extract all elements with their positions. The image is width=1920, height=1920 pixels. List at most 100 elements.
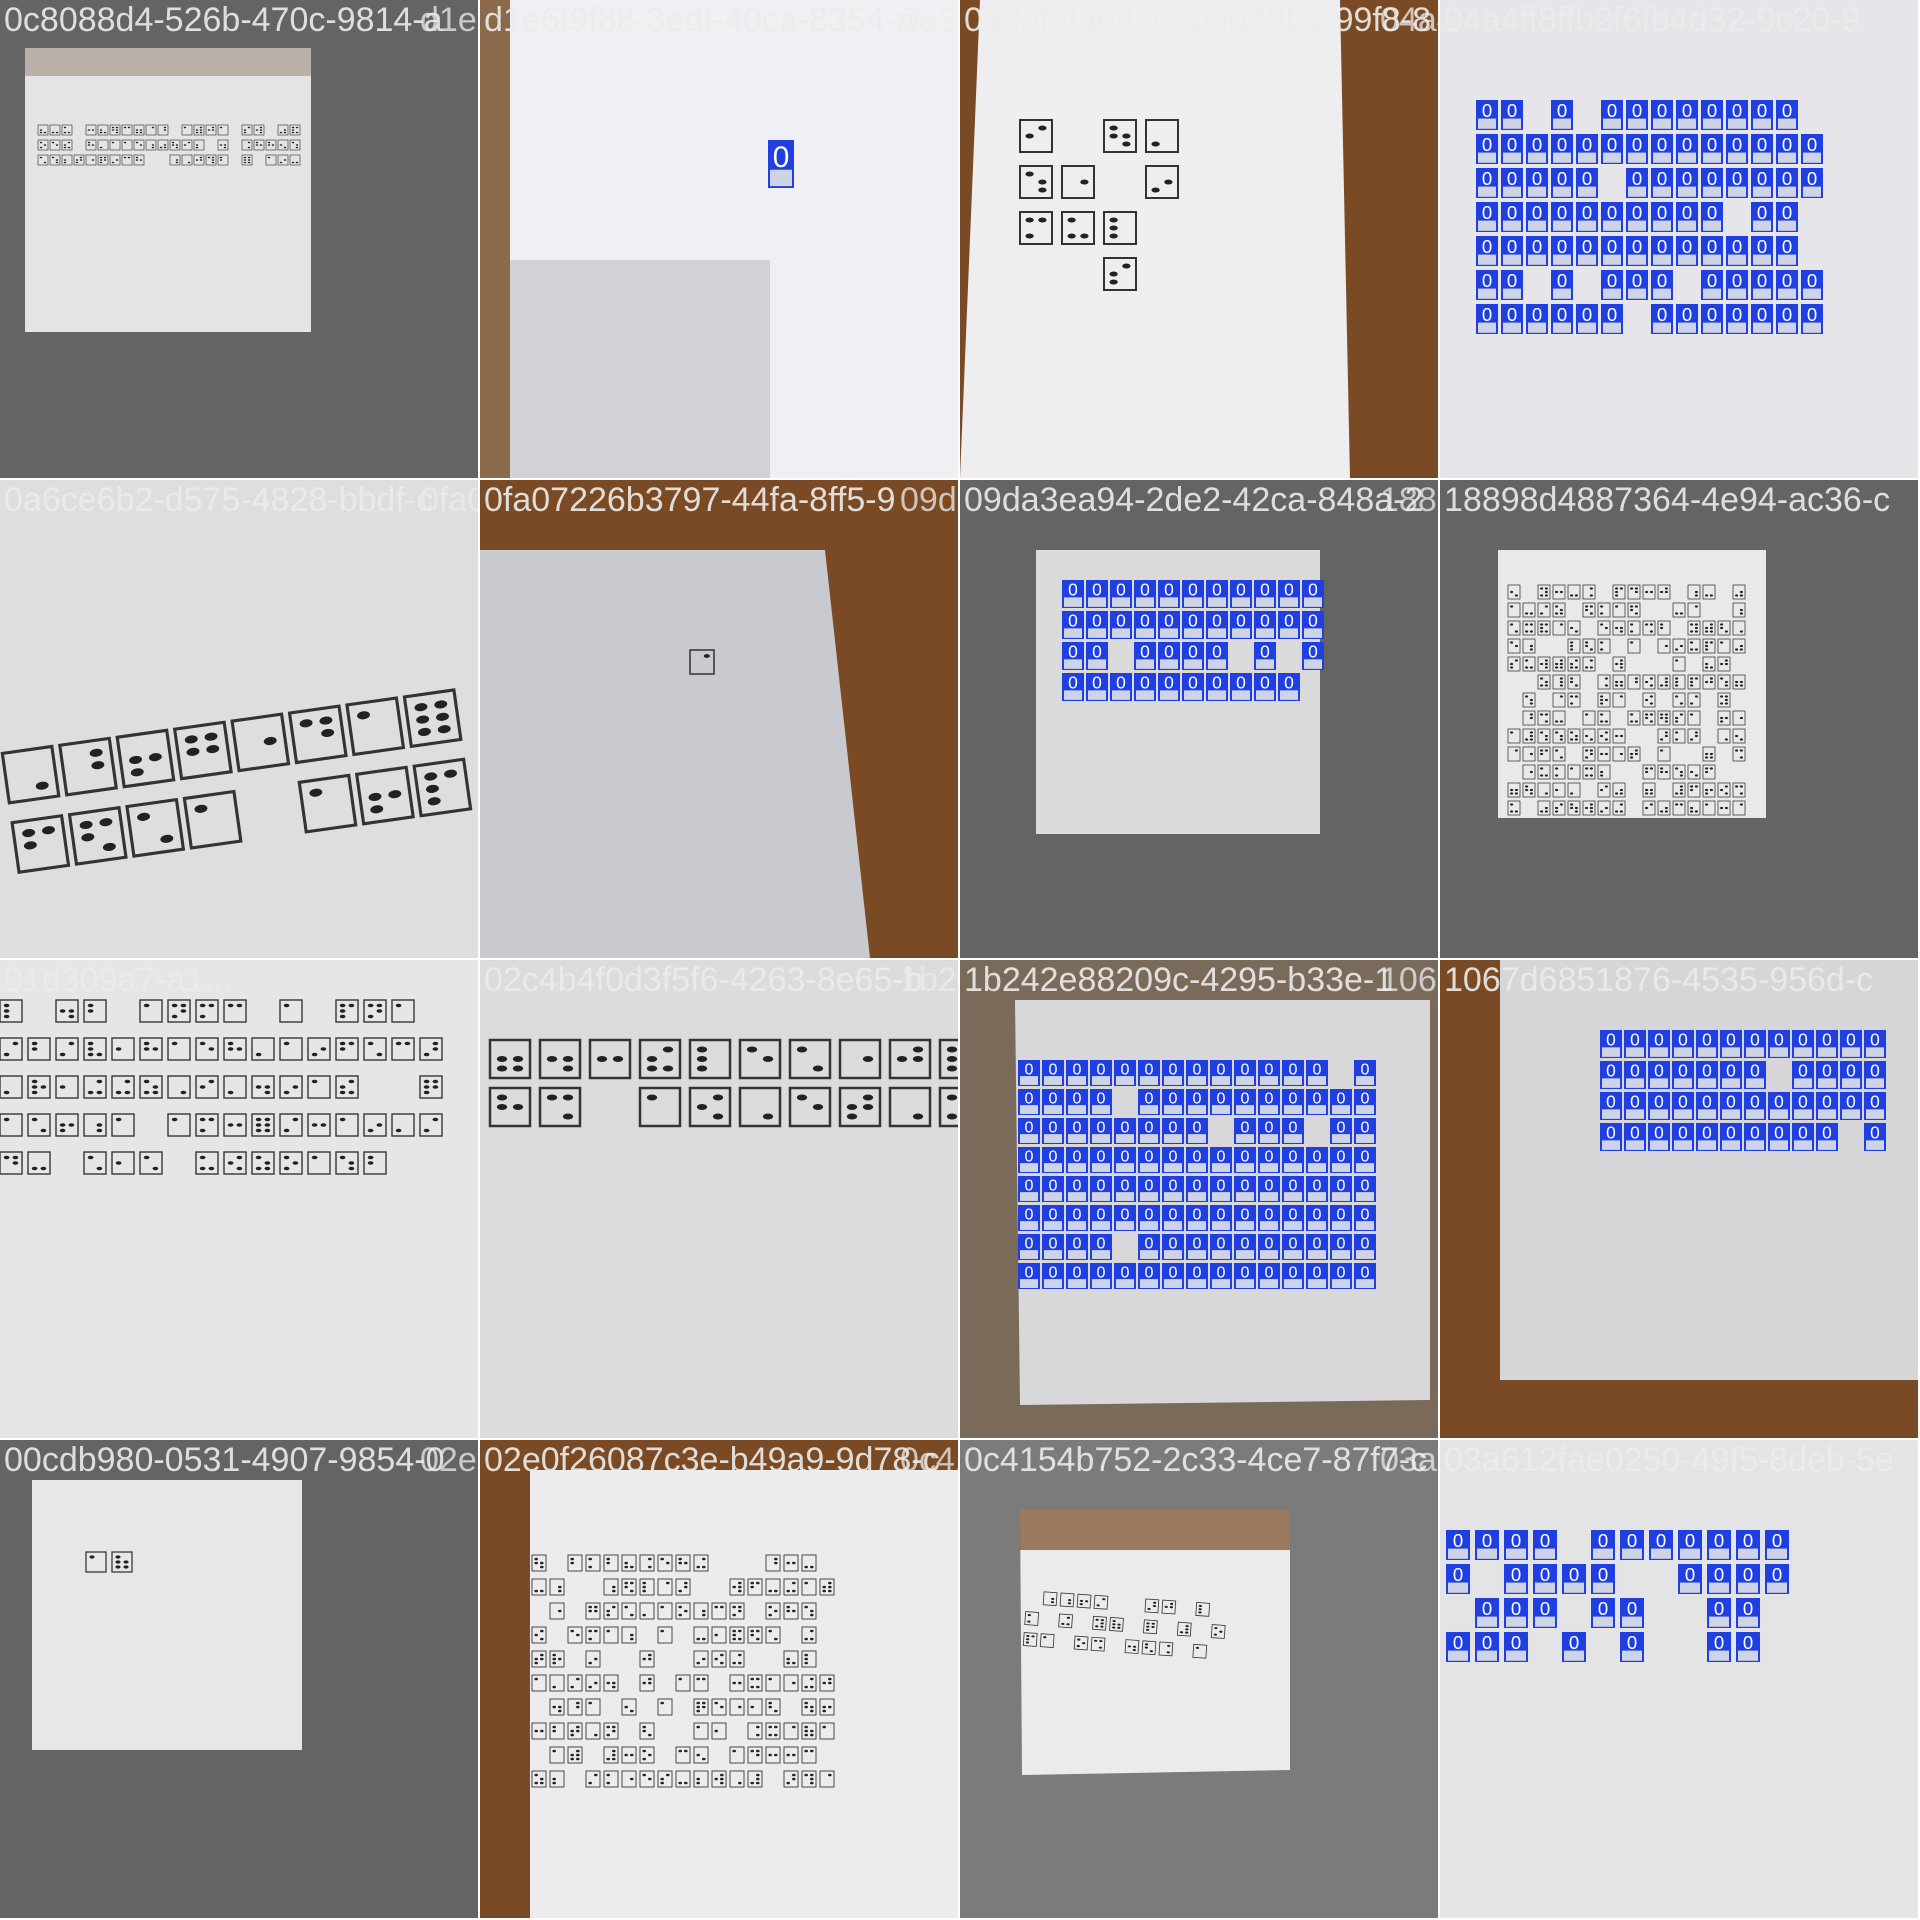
svg-text:0: 0 xyxy=(1732,304,1742,325)
svg-text:0: 0 xyxy=(1092,642,1102,662)
svg-text:0: 0 xyxy=(1569,1564,1579,1585)
svg-text:0: 0 xyxy=(1049,1206,1058,1224)
svg-text:0: 0 xyxy=(1121,1177,1130,1195)
svg-text:0: 0 xyxy=(1265,1235,1274,1253)
svg-text:0: 0 xyxy=(1289,1235,1298,1253)
svg-text:0: 0 xyxy=(1121,1119,1130,1137)
svg-text:0: 0 xyxy=(1757,134,1767,155)
tile-photo xyxy=(480,480,958,958)
svg-text:0: 0 xyxy=(1532,168,1542,189)
svg-text:0: 0 xyxy=(1164,611,1174,631)
svg-text:0: 0 xyxy=(1092,580,1102,600)
svg-text:0: 0 xyxy=(1241,1264,1250,1282)
svg-text:0: 0 xyxy=(1169,1206,1178,1224)
svg-text:0: 0 xyxy=(1145,1119,1154,1137)
svg-text:0: 0 xyxy=(1217,1235,1226,1253)
svg-text:0: 0 xyxy=(1772,1564,1782,1585)
svg-text:0: 0 xyxy=(1068,673,1078,693)
svg-text:0: 0 xyxy=(1284,611,1294,631)
svg-text:0: 0 xyxy=(1557,304,1567,325)
svg-text:0: 0 xyxy=(1193,1148,1202,1166)
svg-text:0: 0 xyxy=(1750,1061,1760,1081)
svg-text:0: 0 xyxy=(1870,1061,1880,1081)
svg-text:0: 0 xyxy=(1169,1235,1178,1253)
svg-text:0: 0 xyxy=(1870,1092,1880,1112)
svg-text:0: 0 xyxy=(1068,580,1078,600)
svg-text:0: 0 xyxy=(1557,236,1567,257)
svg-text:0: 0 xyxy=(1632,168,1642,189)
svg-text:0: 0 xyxy=(1726,1092,1736,1112)
svg-text:0: 0 xyxy=(1145,1177,1154,1195)
svg-text:0: 0 xyxy=(1482,236,1492,257)
svg-text:0: 0 xyxy=(1073,1061,1082,1079)
svg-text:0: 0 xyxy=(1145,1061,1154,1079)
svg-text:0: 0 xyxy=(1217,1148,1226,1166)
svg-text:0: 0 xyxy=(1482,270,1492,291)
tile-photo: 0 0 0 0 0 0 0 0 0 0 00 0 0 0 0 0 0 0 0 0 00 0 0 0 0 0 0 00 0 0 0 0 0 0 0 0 0 xyxy=(1036,550,1324,834)
svg-text:0: 0 xyxy=(1217,1061,1226,1079)
svg-text:0: 0 xyxy=(1193,1090,1202,1108)
svg-text:0: 0 xyxy=(1097,1061,1106,1079)
svg-text:0: 0 xyxy=(1289,1090,1298,1108)
svg-text:0: 0 xyxy=(1702,1092,1712,1112)
mosaic-tile: 0000000000000000000000000000000000000000… xyxy=(1440,960,1918,1438)
mosaic-tile: 0a6ce6b2-d575-4828-bbdf-c0fa07226b3797-4… xyxy=(0,480,478,958)
svg-text:0: 0 xyxy=(1361,1264,1370,1282)
svg-text:0: 0 xyxy=(1049,1148,1058,1166)
svg-text:0: 0 xyxy=(1714,1632,1724,1653)
svg-text:0: 0 xyxy=(1707,236,1717,257)
svg-text:0: 0 xyxy=(1732,134,1742,155)
svg-text:0: 0 xyxy=(1289,1148,1298,1166)
svg-text:0: 0 xyxy=(1757,100,1767,121)
svg-text:0: 0 xyxy=(1632,134,1642,155)
svg-text:0: 0 xyxy=(1482,1530,1492,1551)
svg-text:0: 0 xyxy=(1073,1119,1082,1137)
svg-text:0: 0 xyxy=(1782,168,1792,189)
svg-text:0: 0 xyxy=(1782,202,1792,223)
svg-text:0: 0 xyxy=(1757,168,1767,189)
svg-text:0: 0 xyxy=(1582,202,1592,223)
svg-text:0: 0 xyxy=(1092,673,1102,693)
svg-text:0: 0 xyxy=(1265,1090,1274,1108)
mosaic-tile: 0000000000000000000000000000000000000000… xyxy=(1440,0,1918,478)
svg-text:0: 0 xyxy=(1732,270,1742,291)
svg-text:0: 0 xyxy=(1482,168,1492,189)
svg-text:0: 0 xyxy=(1682,168,1692,189)
svg-text:0: 0 xyxy=(1337,1177,1346,1195)
tile-photo: 0000000000000000000000000000000000000000… xyxy=(1440,0,1918,478)
svg-text:0: 0 xyxy=(1482,202,1492,223)
svg-text:0: 0 xyxy=(1774,1092,1784,1112)
svg-text:0: 0 xyxy=(1507,168,1517,189)
svg-text:0: 0 xyxy=(1707,304,1717,325)
svg-text:0: 0 xyxy=(1289,1206,1298,1224)
svg-text:0: 0 xyxy=(1313,1090,1322,1108)
svg-text:0: 0 xyxy=(1169,1061,1178,1079)
svg-text:0: 0 xyxy=(1657,236,1667,257)
svg-text:0: 0 xyxy=(1627,1598,1637,1619)
svg-text:0: 0 xyxy=(1557,134,1567,155)
svg-text:0: 0 xyxy=(1236,580,1246,600)
svg-text:0: 0 xyxy=(1657,202,1667,223)
mosaic-tile: 0c8088d4-526b-470c-9814-ad1e6f9f88-3edf-… xyxy=(0,0,478,478)
svg-text:0: 0 xyxy=(1685,1564,1695,1585)
svg-text:0: 0 xyxy=(1606,1030,1616,1050)
svg-text:0: 0 xyxy=(1140,611,1150,631)
svg-text:0: 0 xyxy=(1557,270,1567,291)
image-mosaic: 0c8088d4-526b-470c-9814-ad1e6f9f88-3edf-… xyxy=(0,0,1920,1920)
svg-text:0: 0 xyxy=(1453,1632,1463,1653)
svg-text:0: 0 xyxy=(1630,1123,1640,1143)
svg-text:0: 0 xyxy=(1657,304,1667,325)
svg-text:0: 0 xyxy=(1140,642,1150,662)
svg-text:0: 0 xyxy=(1097,1177,1106,1195)
svg-text:0: 0 xyxy=(1582,168,1592,189)
tile-photo xyxy=(960,1440,1438,1918)
svg-text:0: 0 xyxy=(1726,1030,1736,1050)
svg-text:0: 0 xyxy=(1630,1030,1640,1050)
svg-text:0: 0 xyxy=(1654,1030,1664,1050)
svg-text:0: 0 xyxy=(1241,1177,1250,1195)
svg-text:0: 0 xyxy=(1630,1092,1640,1112)
mosaic-tile: 0000000000000000000000000000000000000000… xyxy=(960,480,1438,958)
svg-text:0: 0 xyxy=(1025,1061,1034,1079)
svg-text:0: 0 xyxy=(1607,270,1617,291)
svg-text:0: 0 xyxy=(1707,168,1717,189)
